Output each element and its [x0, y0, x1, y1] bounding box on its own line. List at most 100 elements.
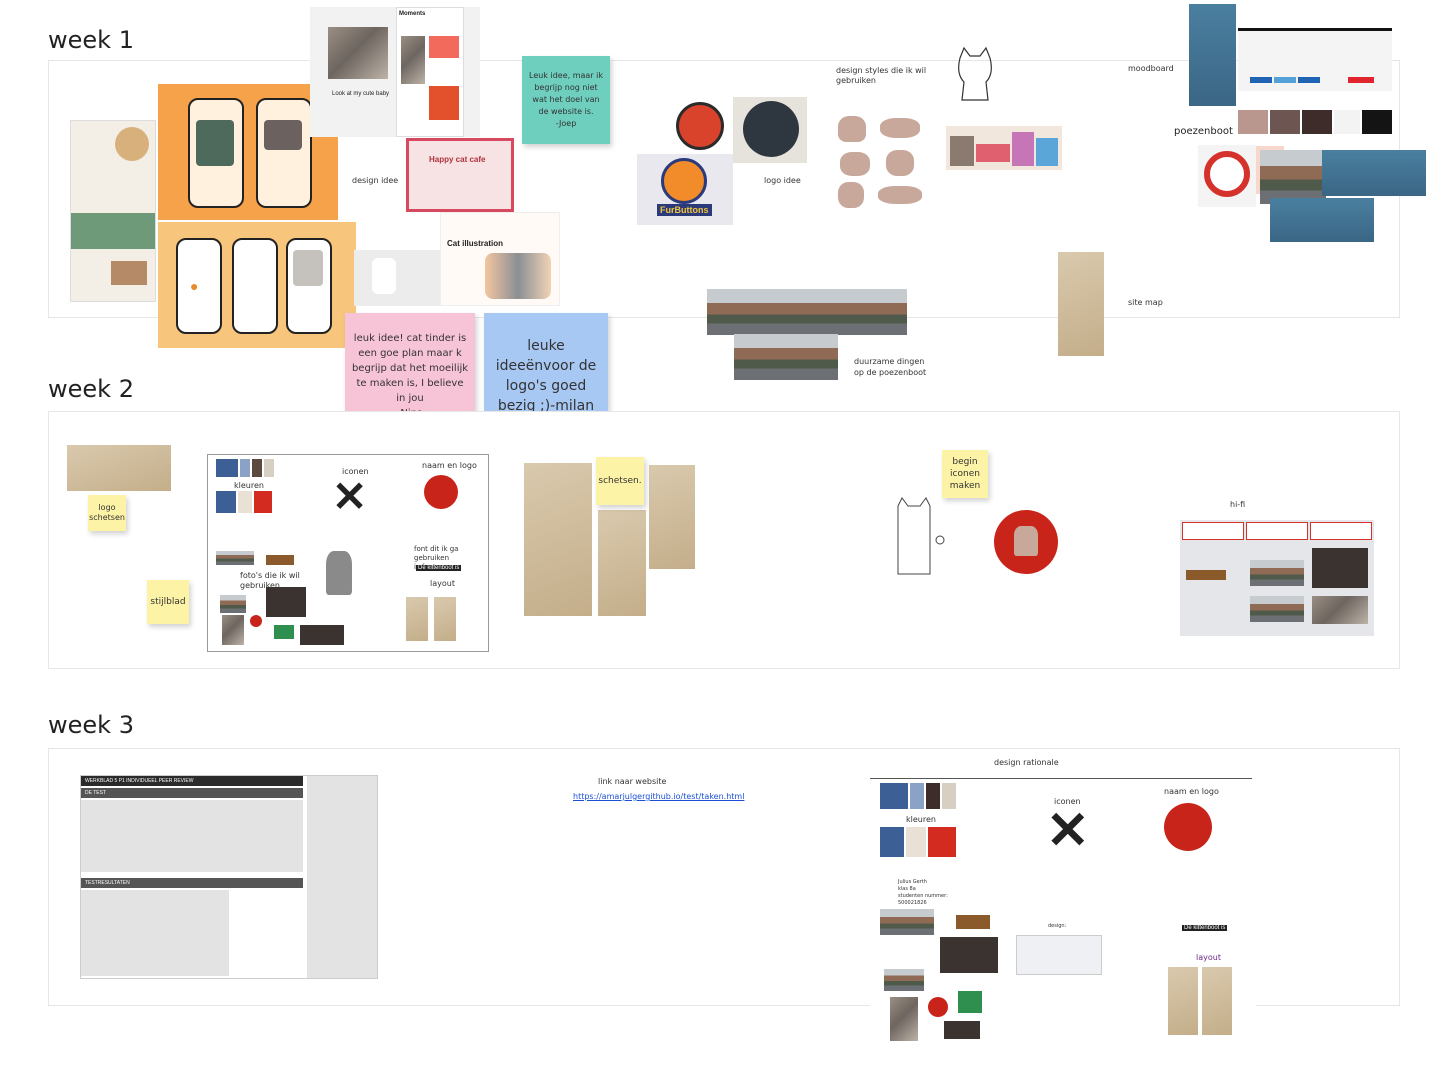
swatch [1250, 77, 1272, 83]
logo-idee-label: logo idee [764, 176, 801, 185]
week-2-title: week 2 [48, 375, 134, 403]
photo-thumb [940, 937, 998, 973]
logo-icon [928, 997, 948, 1017]
sketch-photo[interactable] [598, 510, 646, 616]
cat-figure [1036, 138, 1058, 166]
cat-website-mockup[interactable] [70, 120, 156, 302]
cat-logo-icon[interactable] [994, 510, 1058, 574]
peach-phones-mockup[interactable]: ● [158, 222, 356, 348]
color-swatch [254, 491, 272, 513]
cat-pose [838, 182, 864, 208]
moodboard-website[interactable] [1238, 28, 1392, 91]
colorful-cats-illustration[interactable] [946, 126, 1062, 170]
testresultaten-heading: TESTRESULTATEN [81, 878, 303, 888]
boat-windows-photo[interactable] [1270, 198, 1374, 242]
photo-thumb [1250, 596, 1304, 622]
week-1-title: week 1 [48, 26, 134, 54]
color-swatch [1362, 110, 1392, 134]
phone-mockup [372, 258, 396, 294]
cat-poses-sketch[interactable] [830, 108, 934, 214]
moodboard-photo[interactable] [1189, 4, 1236, 106]
cat-icon-sketch[interactable] [870, 496, 950, 580]
site-map-sketch[interactable] [1058, 252, 1104, 356]
layout-sketch [406, 597, 428, 641]
happy-cat-cafe-mockup[interactable]: Happy cat cafe [406, 138, 514, 212]
boat-icon [958, 991, 982, 1013]
design-mockup [1016, 935, 1102, 975]
design-rationale-board[interactable]: kleuren iconen ✕ naam en logo Julius Ger… [870, 779, 1256, 1041]
color-swatch [1334, 110, 1360, 134]
cat-photo [401, 36, 425, 84]
photo-thumb [220, 595, 246, 613]
cat-photo [328, 27, 388, 79]
color-swatch [906, 827, 926, 857]
hifi-wireframes[interactable] [1180, 520, 1374, 636]
kleuren-label: kleuren [906, 815, 936, 824]
website-link[interactable]: https://amarjulgergithub.io/test/taken.h… [573, 792, 744, 801]
moments-screen: Moments [396, 7, 464, 137]
naam-logo-label: naam en logo [422, 461, 477, 470]
sticky-note-joep[interactable]: Leuk idee, maar ik begrijp nog niet wat … [522, 56, 610, 144]
logo-icon [1164, 803, 1212, 851]
color-swatch [1238, 110, 1268, 134]
logo-idea-furbuttons[interactable]: FurButtons [637, 154, 733, 225]
hifi-header [1246, 522, 1308, 540]
sticky-begin-iconen[interactable]: begin iconen maken [942, 450, 988, 498]
logo-icon [250, 615, 262, 627]
photo-thumb [1250, 560, 1304, 586]
logo-icon [424, 475, 458, 509]
card [429, 36, 459, 58]
cute-caption: Look at my cute baby [332, 91, 390, 97]
results-section [81, 890, 229, 976]
street-photo[interactable] [707, 289, 907, 335]
boat-photo[interactable] [1260, 150, 1326, 204]
moments-title: Moments [399, 11, 426, 17]
design-rationale-label: design rationale [994, 758, 1059, 767]
boat-icon [956, 915, 990, 929]
photo-thumb [884, 969, 924, 991]
cat-outline-icon [958, 46, 992, 101]
sketch-photo[interactable] [524, 463, 592, 616]
seal-icon [743, 101, 799, 157]
furbuttons-text: FurButtons [657, 204, 712, 216]
cat-photo [196, 120, 234, 166]
cat-line-drawing[interactable] [946, 44, 1004, 104]
design-idee-label: design idee [352, 176, 399, 185]
logo-idea-seal[interactable] [733, 97, 807, 163]
boat-windows-photo[interactable] [1322, 150, 1426, 196]
photo-thumb [944, 1021, 980, 1039]
layout-sketch [1168, 967, 1198, 1035]
style-sheet-board[interactable]: kleuren iconen ✕ naam en logo foto's die… [207, 454, 489, 652]
sticky-schetsen[interactable]: schetsen. [596, 457, 644, 505]
street-photo[interactable] [734, 334, 838, 380]
test-section [81, 800, 303, 872]
layout-label: layout [1196, 953, 1221, 962]
peer-review-sheet[interactable]: WERKBLAD 5 P1 INDIVIDUEEL PEER REVIEW DE… [80, 775, 378, 979]
sticky-stijlblad[interactable]: stijlblad [147, 580, 189, 624]
color-swatch [926, 783, 940, 809]
de-test-heading: DE TEST [81, 788, 303, 798]
cat-illustration-mockup[interactable]: Cat illustration [440, 212, 560, 306]
site-map-label: site map [1128, 298, 1163, 307]
font-sample: De kittenboot is [416, 565, 462, 571]
hifi-header [1182, 522, 1244, 540]
cat-app-screen[interactable] [354, 250, 440, 306]
sticky-logo-schetsen[interactable]: logo schetsen [88, 495, 126, 531]
photo-thumb [216, 551, 254, 565]
green-band [71, 213, 155, 249]
cat-pose [878, 186, 922, 204]
peer-review-title: WERKBLAD 5 P1 INDIVIDUEEL PEER REVIEW [81, 776, 303, 786]
cat-pose [880, 118, 920, 138]
hifi-header [1310, 522, 1372, 540]
swatch [1348, 77, 1374, 83]
logo-idea-badge[interactable] [674, 100, 726, 152]
logo-sketch-photo[interactable] [67, 445, 171, 491]
color-swatch [880, 827, 904, 857]
lifebuoy-icon [1204, 151, 1250, 197]
sketch-photo[interactable] [649, 465, 695, 569]
poezenboot-logo[interactable] [1198, 145, 1256, 207]
photo-thumb [1312, 548, 1368, 588]
moments-mockup[interactable]: Look at my cute baby Moments [310, 7, 480, 137]
color-swatch [928, 827, 956, 857]
layout-sketch [1202, 967, 1232, 1035]
